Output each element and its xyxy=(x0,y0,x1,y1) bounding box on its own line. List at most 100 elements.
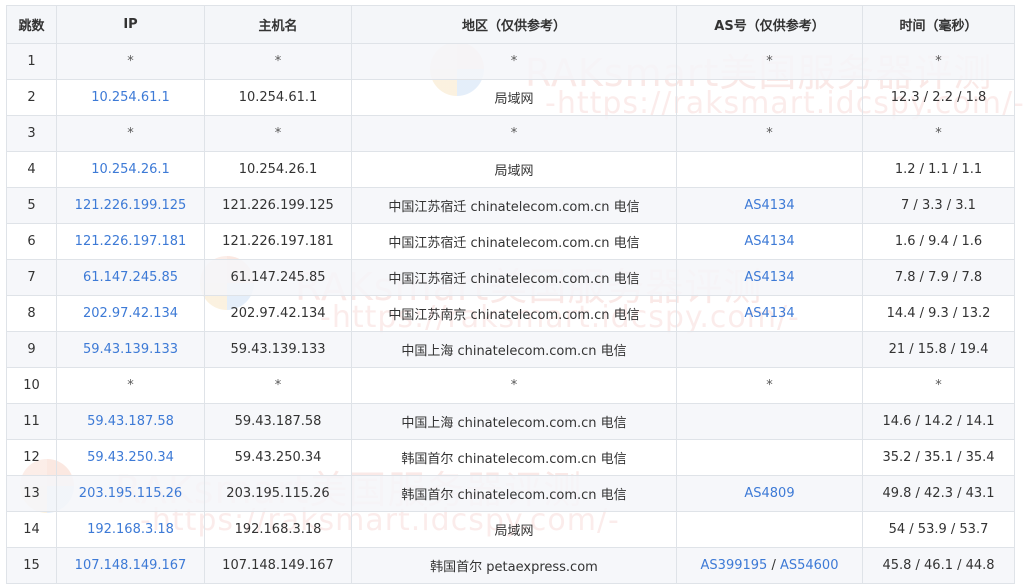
ip-text: * xyxy=(127,126,134,141)
table-row: 14 192.168.3.18 192.168.3.18 局域网 54 / 53.9 /… xyxy=(6,511,1015,548)
hostname-cell: 59.43.250.34 xyxy=(204,439,352,476)
hop-cell: 5 xyxy=(6,187,57,224)
ip-link[interactable]: 10.254.61.1 xyxy=(91,90,170,105)
as-link[interactable]: AS4134 xyxy=(744,306,794,321)
ip-link[interactable]: 59.43.187.58 xyxy=(87,414,174,429)
as-link[interactable]: AS399195 xyxy=(701,558,768,573)
hostname-cell: 61.147.245.85 xyxy=(204,259,352,296)
as-link[interactable]: AS4134 xyxy=(744,198,794,213)
time-text: 54 / 53.9 / 53.7 xyxy=(888,522,989,537)
hostname-text: 10.254.61.1 xyxy=(238,90,318,105)
ip-link[interactable]: 59.43.250.34 xyxy=(87,450,174,465)
time-cell: 14.4 / 9.3 / 13.2 xyxy=(862,295,1015,332)
time-cell: * xyxy=(862,43,1015,80)
ip-link[interactable]: 203.195.115.26 xyxy=(79,486,182,501)
as-cell xyxy=(676,403,863,440)
region-cell: * xyxy=(351,115,677,152)
time-text: 1.6 / 9.4 / 1.6 xyxy=(894,234,983,249)
hop-text: 9 xyxy=(27,342,36,357)
hostname-text: 59.43.187.58 xyxy=(234,414,322,429)
col-header-hostname: 主机名 xyxy=(204,5,352,44)
as-text: * xyxy=(766,378,773,393)
ip-link[interactable]: 107.148.149.167 xyxy=(75,558,187,573)
as-cell xyxy=(676,151,863,188)
time-text: 49.8 / 42.3 / 43.1 xyxy=(882,486,995,501)
time-text: * xyxy=(935,378,942,393)
time-cell: * xyxy=(862,367,1015,404)
as-link[interactable]: AS54600 xyxy=(780,558,839,573)
table-row: 7 61.147.245.85 61.147.245.85 中国江苏宿迁 chinat… xyxy=(6,259,1015,296)
region-cell: 韩国首尔 petaexpress.com xyxy=(351,547,677,584)
time-text: * xyxy=(935,126,942,141)
time-cell: 45.8 / 46.1 / 44.8 xyxy=(862,547,1015,584)
time-text: 14.6 / 14.2 / 14.1 xyxy=(882,414,995,429)
ip-link[interactable]: 61.147.245.85 xyxy=(83,270,178,285)
ip-link[interactable]: 202.97.42.134 xyxy=(83,306,178,321)
as-link[interactable]: AS4134 xyxy=(744,270,794,285)
ip-cell: 202.97.42.134 xyxy=(56,295,205,332)
hostname-text: 59.43.139.133 xyxy=(230,342,326,357)
hop-text: 8 xyxy=(27,306,36,321)
hop-cell: 7 xyxy=(6,259,57,296)
region-cell: 中国上海 chinatelecom.com.cn 电信 xyxy=(351,331,677,368)
region-cell: 局域网 xyxy=(351,511,677,548)
hop-cell: 2 xyxy=(6,79,57,116)
as-cell: AS4134 xyxy=(676,187,863,224)
ip-link[interactable]: 121.226.197.181 xyxy=(75,234,187,249)
region-text: 韩国首尔 chinatelecom.com.cn 电信 xyxy=(401,452,627,467)
hostname-text: 203.195.115.26 xyxy=(226,486,330,501)
time-text: 45.8 / 46.1 / 44.8 xyxy=(882,558,995,573)
time-text: 1.2 / 1.1 / 1.1 xyxy=(894,162,983,177)
ip-cell: 59.43.250.34 xyxy=(56,439,205,476)
col-header-as: AS号（仅供参考） xyxy=(676,5,863,44)
region-cell: 韩国首尔 chinatelecom.com.cn 电信 xyxy=(351,439,677,476)
table-row: 10 * * * * * xyxy=(6,367,1015,404)
hop-text: 3 xyxy=(27,126,36,141)
ip-link[interactable]: 192.168.3.18 xyxy=(87,522,174,537)
hostname-text: * xyxy=(274,54,282,69)
ip-link[interactable]: 59.43.139.133 xyxy=(83,342,178,357)
ip-text: * xyxy=(127,378,134,393)
ip-link[interactable]: 10.254.26.1 xyxy=(91,162,170,177)
hop-cell: 4 xyxy=(6,151,57,188)
region-cell: * xyxy=(351,43,677,80)
table-row: 13 203.195.115.26 203.195.115.26 韩国首尔 china… xyxy=(6,475,1015,512)
as-cell: AS399195 / AS54600 xyxy=(676,547,863,584)
ip-cell: 203.195.115.26 xyxy=(56,475,205,512)
as-cell: AS4134 xyxy=(676,259,863,296)
ip-cell: 192.168.3.18 xyxy=(56,511,205,548)
as-link[interactable]: AS4134 xyxy=(744,234,794,249)
region-cell: 中国江苏宿迁 chinatelecom.com.cn 电信 xyxy=(351,223,677,260)
region-text: 局域网 xyxy=(494,524,534,539)
region-text: * xyxy=(510,54,518,69)
hostname-cell: 59.43.139.133 xyxy=(204,331,352,368)
hop-cell: 10 xyxy=(6,367,57,404)
as-cell: AS4134 xyxy=(676,295,863,332)
ip-cell: 121.226.197.181 xyxy=(56,223,205,260)
ip-link[interactable]: 121.226.199.125 xyxy=(75,198,187,213)
region-cell: 中国江苏宿迁 chinatelecom.com.cn 电信 xyxy=(351,187,677,224)
region-cell: 中国上海 chinatelecom.com.cn 电信 xyxy=(351,403,677,440)
region-cell: 韩国首尔 chinatelecom.com.cn 电信 xyxy=(351,475,677,512)
region-text: 中国江苏南京 chinatelecom.com.cn 电信 xyxy=(388,308,640,323)
region-text: 韩国首尔 petaexpress.com xyxy=(430,560,598,575)
col-header-time: 时间（毫秒） xyxy=(862,5,1015,44)
as-link[interactable]: AS4809 xyxy=(744,486,794,501)
ip-cell: 59.43.139.133 xyxy=(56,331,205,368)
hostname-text: 10.254.26.1 xyxy=(238,162,318,177)
ip-cell: 10.254.26.1 xyxy=(56,151,205,188)
hostname-cell: 202.97.42.134 xyxy=(204,295,352,332)
time-text: 7 / 3.3 / 3.1 xyxy=(901,198,976,213)
table-row: 15 107.148.149.167 107.148.149.167 韩国首尔 pet… xyxy=(6,547,1015,584)
table-row: 8 202.97.42.134 202.97.42.134 中国江苏南京 chinat… xyxy=(6,295,1015,332)
as-cell: * xyxy=(676,115,863,152)
region-text: * xyxy=(510,126,518,141)
time-cell: 1.6 / 9.4 / 1.6 xyxy=(862,223,1015,260)
hostname-cell: 121.226.199.125 xyxy=(204,187,352,224)
time-cell: 12.3 / 2.2 / 1.8 xyxy=(862,79,1015,116)
time-text: 35.2 / 35.1 / 35.4 xyxy=(882,450,995,465)
hostname-cell: * xyxy=(204,115,352,152)
hop-cell: 12 xyxy=(6,439,57,476)
region-text: 中国上海 chinatelecom.com.cn 电信 xyxy=(401,344,627,359)
hostname-cell: * xyxy=(204,43,352,80)
